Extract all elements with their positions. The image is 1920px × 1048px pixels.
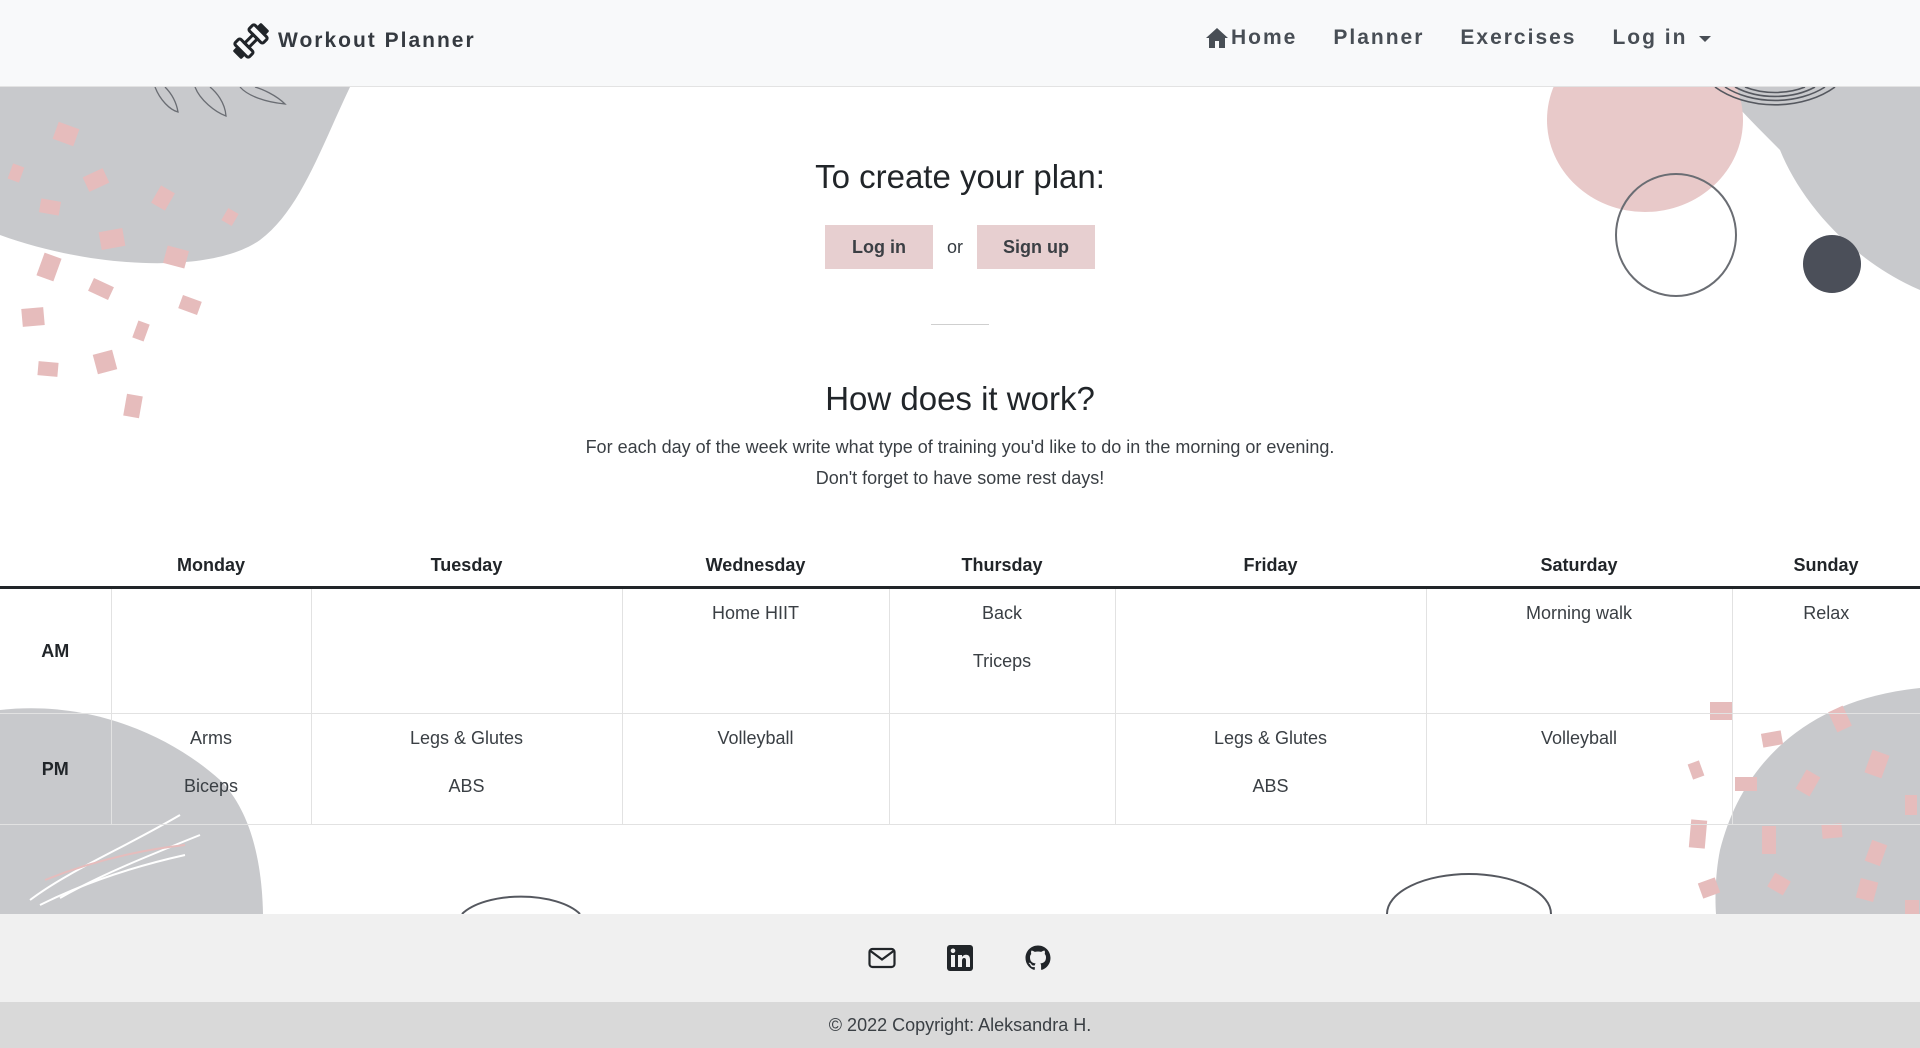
brand-title: Workout Planner: [278, 29, 476, 52]
or-text: or: [946, 236, 963, 257]
workout-item: Volleyball: [717, 728, 794, 748]
table-cell: Arms Biceps: [110, 713, 312, 825]
table-cell: Relax: [1731, 587, 1920, 714]
nav-home[interactable]: Home: [1205, 26, 1297, 50]
table-header-day: Thursday: [961, 555, 1043, 575]
workout-item: Volleyball: [1540, 728, 1618, 748]
table-header-row: Monday Tuesday Wednesday Thursday Friday…: [0, 545, 1920, 588]
workout-item: ABS: [1252, 776, 1289, 796]
copyright-text: © 2022 Copyright: Aleksandra H.: [0, 1002, 1920, 1048]
table-header-day: Tuesday: [430, 555, 503, 575]
table-cell: Morning walk: [1425, 587, 1733, 714]
description-line: Don't forget to have some rest days!: [815, 468, 1105, 488]
footer-social-links: [0, 914, 1920, 1002]
workout-item: Biceps: [183, 776, 239, 796]
table-cell: [1114, 587, 1427, 714]
table-cell: Legs & Glutes ABS: [1114, 713, 1427, 825]
linkedin-icon[interactable]: [946, 944, 974, 972]
table-header-day: Wednesday: [705, 555, 806, 575]
navbar: Workout Planner Home Planner Exercises L…: [0, 0, 1920, 87]
workout-item: Arms: [190, 728, 232, 748]
table-header-day: Saturday: [1540, 555, 1618, 575]
row-label: PM: [0, 713, 112, 825]
workout-item: Legs & Glutes: [1213, 728, 1328, 748]
nav-links: Home Planner Exercises Log in: [1205, 26, 1712, 50]
workout-item: Legs & Glutes: [409, 728, 524, 748]
auth-buttons: Log in or Sign up: [0, 225, 1920, 269]
home-icon: [1206, 28, 1228, 48]
github-icon[interactable]: [1024, 944, 1052, 972]
nav-login-dropdown[interactable]: Log in: [1612, 26, 1712, 50]
brand-link[interactable]: Workout Planner: [230, 20, 476, 62]
mail-icon[interactable]: [868, 944, 896, 972]
dumbbell-icon: [233, 23, 269, 59]
table-header-empty: [0, 545, 111, 588]
weekly-schedule-table: Monday Tuesday Wednesday Thursday Friday…: [0, 545, 1920, 825]
nav-planner[interactable]: Planner: [1333, 26, 1424, 50]
create-plan-heading: To create your plan:: [815, 158, 1105, 195]
table-cell: Back Triceps: [888, 587, 1116, 714]
nav-home-label: Home: [1231, 26, 1298, 49]
how-it-works-description: For each day of the week write what type…: [0, 432, 1920, 494]
table-cell: Volleyball: [1425, 713, 1733, 825]
workout-item: Triceps: [972, 651, 1032, 671]
row-label: AM: [0, 587, 112, 714]
table-cell: Legs & Glutes ABS: [310, 713, 623, 825]
workout-item: Morning walk: [1525, 603, 1633, 623]
table-header-day: Friday: [1243, 555, 1298, 575]
table-cell: Home HIIT: [621, 587, 890, 714]
description-line: For each day of the week write what type…: [585, 437, 1335, 457]
table-cell: Volleyball: [621, 713, 890, 825]
nav-login-label: Log in: [1612, 26, 1688, 49]
login-button[interactable]: Log in: [824, 225, 933, 269]
table-cell: [310, 587, 623, 714]
divider: [931, 324, 989, 325]
signup-button[interactable]: Sign up: [977, 225, 1095, 269]
workout-item: ABS: [448, 776, 485, 796]
table-row-pm: PM Arms Biceps Legs & Glutes ABS Volleyb…: [0, 713, 1920, 825]
workout-item: Home HIIT: [711, 603, 799, 623]
table-cell: [1731, 713, 1920, 825]
table-cell: [888, 713, 1116, 825]
table-cell: [110, 587, 312, 714]
workout-item: Relax: [1803, 603, 1850, 623]
table-header-day: Sunday: [1793, 555, 1859, 575]
how-it-works-heading: How does it work?: [825, 380, 1095, 417]
table-header-day: Monday: [176, 555, 245, 575]
table-row-am: AM Home HIIT Back Triceps Morning walk R…: [0, 587, 1920, 714]
nav-exercises[interactable]: Exercises: [1460, 26, 1576, 50]
workout-item: Back: [981, 603, 1023, 623]
caret-down-icon: [1699, 36, 1712, 42]
